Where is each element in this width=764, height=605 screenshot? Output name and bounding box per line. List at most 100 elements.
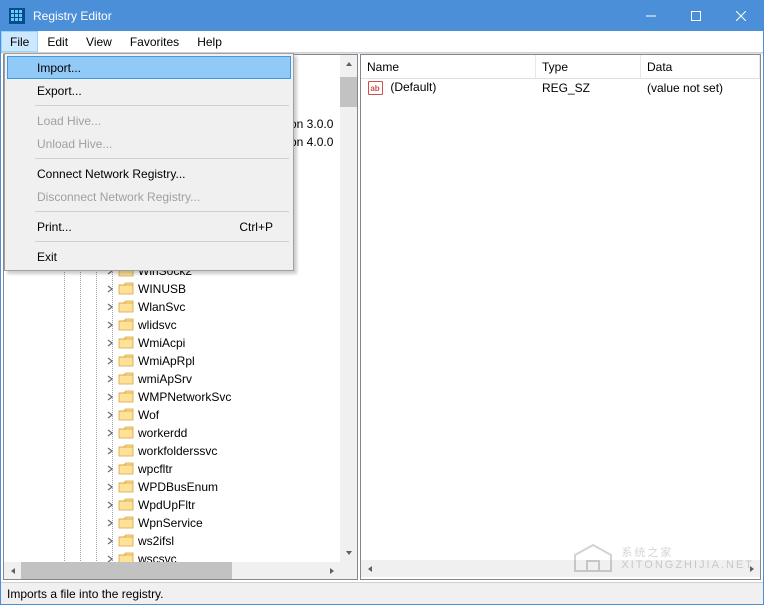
tree-item[interactable]: WINUSB	[4, 280, 357, 298]
cell-type: REG_SZ	[536, 81, 641, 95]
chevron-right-icon[interactable]	[104, 339, 116, 347]
menu-item-label: Connect Network Registry...	[37, 167, 186, 181]
tree-item[interactable]: wpcfltr	[4, 460, 357, 478]
folder-icon	[118, 300, 134, 314]
menu-item-print[interactable]: Print...Ctrl+P	[7, 215, 291, 238]
menu-item-label: Print...	[37, 220, 72, 234]
scroll-up-button[interactable]	[340, 55, 357, 72]
tree-label: WmiApRpl	[138, 354, 195, 368]
scroll-down-button[interactable]	[340, 544, 357, 561]
menu-item-export[interactable]: Export...	[7, 79, 291, 102]
folder-icon	[118, 318, 134, 332]
list-pane[interactable]: Name Type Data ab (Default) REG_SZ (valu…	[360, 54, 761, 580]
tree-label: wpcfltr	[138, 462, 173, 476]
tree-item[interactable]: WlanSvc	[4, 298, 357, 316]
menu-item-label: Exit	[37, 250, 57, 264]
minimize-button[interactable]	[628, 1, 673, 31]
tree-item[interactable]: wmiApSrv	[4, 370, 357, 388]
tree-item[interactable]: WMPNetworkSvc	[4, 388, 357, 406]
tree-item[interactable]: workfolderssvc	[4, 442, 357, 460]
menu-separator	[35, 241, 289, 242]
scroll-track[interactable]	[340, 72, 357, 544]
tree-item[interactable]: WmiAcpi	[4, 334, 357, 352]
folder-icon	[118, 390, 134, 404]
chevron-right-icon[interactable]	[104, 501, 116, 509]
tree-label: workfolderssvc	[138, 444, 217, 458]
menu-item-import[interactable]: Import...	[7, 56, 291, 79]
tree-label: workerdd	[138, 426, 187, 440]
chevron-right-icon[interactable]	[104, 321, 116, 329]
cell-name: ab (Default)	[361, 80, 536, 97]
menu-view[interactable]: View	[77, 31, 121, 52]
menu-item-label: Load Hive...	[37, 114, 101, 128]
chevron-right-icon[interactable]	[104, 285, 116, 293]
tree-item[interactable]: WPDBusEnum	[4, 478, 357, 496]
window-buttons	[628, 1, 763, 31]
scroll-thumb[interactable]	[340, 77, 357, 107]
tree-label: WINUSB	[138, 282, 186, 296]
chevron-right-icon[interactable]	[104, 429, 116, 437]
scroll-left-button[interactable]	[4, 562, 21, 579]
folder-icon	[118, 372, 134, 386]
string-value-icon: ab	[367, 80, 383, 96]
scroll-track[interactable]	[21, 562, 323, 579]
chevron-right-icon[interactable]	[104, 483, 116, 491]
menu-item-label: Disconnect Network Registry...	[37, 190, 200, 204]
menu-item-connect-network[interactable]: Connect Network Registry...	[7, 162, 291, 185]
vertical-scrollbar[interactable]	[340, 55, 357, 561]
status-text: Imports a file into the registry.	[7, 587, 164, 601]
file-dropdown: Import... Export... Load Hive... Unload …	[4, 53, 294, 271]
tree-item[interactable]: WpdUpFltr	[4, 496, 357, 514]
horizontal-scrollbar[interactable]	[4, 562, 340, 579]
scroll-right-button[interactable]	[323, 562, 340, 579]
chevron-right-icon[interactable]	[104, 303, 116, 311]
tree-item[interactable]: WmiApRpl	[4, 352, 357, 370]
menu-item-exit[interactable]: Exit	[7, 245, 291, 268]
column-header-type[interactable]: Type	[536, 55, 641, 78]
chevron-right-icon[interactable]	[104, 411, 116, 419]
chevron-right-icon[interactable]	[104, 357, 116, 365]
menu-help[interactable]: Help	[188, 31, 231, 52]
column-header-name[interactable]: Name	[361, 55, 536, 78]
chevron-right-icon[interactable]	[104, 465, 116, 473]
folder-icon	[118, 426, 134, 440]
menu-edit[interactable]: Edit	[38, 31, 77, 52]
maximize-button[interactable]	[673, 1, 718, 31]
scroll-thumb[interactable]	[21, 562, 232, 579]
scroll-track[interactable]	[378, 560, 743, 577]
chevron-right-icon[interactable]	[104, 537, 116, 545]
tree-item[interactable]: workerdd	[4, 424, 357, 442]
scroll-left-button[interactable]	[361, 560, 378, 577]
menu-item-load-hive: Load Hive...	[7, 109, 291, 132]
tree-label: WPDBusEnum	[138, 480, 218, 494]
titlebar-title: Registry Editor	[33, 9, 628, 23]
horizontal-scrollbar[interactable]	[361, 560, 760, 577]
folder-icon	[118, 498, 134, 512]
chevron-right-icon[interactable]	[104, 393, 116, 401]
scroll-right-button[interactable]	[743, 560, 760, 577]
close-button[interactable]	[718, 1, 763, 31]
menu-item-disconnect-network: Disconnect Network Registry...	[7, 185, 291, 208]
menu-file[interactable]: File	[1, 31, 38, 52]
tree-item[interactable]: WpnService	[4, 514, 357, 532]
tree-item[interactable]: wlidsvc	[4, 316, 357, 334]
chevron-right-icon[interactable]	[104, 447, 116, 455]
menu-favorites[interactable]: Favorites	[121, 31, 188, 52]
registry-editor-window: Registry Editor File Edit View Favorites…	[0, 0, 764, 605]
list-header: Name Type Data	[361, 55, 760, 79]
value-name: (Default)	[390, 80, 436, 94]
menu-item-unload-hive: Unload Hive...	[7, 132, 291, 155]
chevron-right-icon[interactable]	[104, 375, 116, 383]
folder-icon	[118, 354, 134, 368]
folder-icon	[118, 480, 134, 494]
tree-label: ws2ifsl	[138, 534, 174, 548]
menu-item-label: Unload Hive...	[37, 137, 112, 151]
tree-label: WMPNetworkSvc	[138, 390, 231, 404]
column-header-data[interactable]: Data	[641, 55, 760, 78]
tree-item[interactable]: Wof	[4, 406, 357, 424]
chevron-right-icon[interactable]	[104, 519, 116, 527]
list-row[interactable]: ab (Default) REG_SZ (value not set)	[361, 79, 760, 97]
titlebar[interactable]: Registry Editor	[1, 1, 763, 31]
tree-label: wlidsvc	[138, 318, 177, 332]
tree-item[interactable]: ws2ifsl	[4, 532, 357, 550]
